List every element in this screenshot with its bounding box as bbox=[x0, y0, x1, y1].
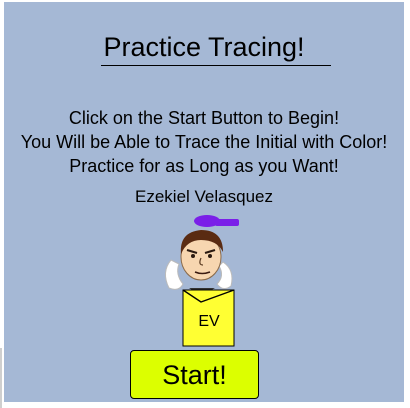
left-eye bbox=[191, 254, 195, 258]
scrollbar-edge[interactable] bbox=[0, 348, 2, 408]
author-name: Ezekiel Velasquez bbox=[135, 187, 273, 206]
right-eye bbox=[208, 254, 212, 258]
instruction-line-2: You Will be Able to Trace the Initial wi… bbox=[20, 132, 388, 152]
avatar: EV bbox=[165, 215, 239, 347]
shirt-initials: EV bbox=[198, 313, 220, 330]
instruction-line-1: Click on the Start Button to Begin! bbox=[68, 108, 340, 128]
title-underline bbox=[101, 65, 331, 66]
left-arm bbox=[165, 259, 184, 290]
hat-brim bbox=[215, 219, 239, 226]
instruction-line-3: Practice for as Long as you Want! bbox=[69, 156, 339, 176]
page-title: Practice Tracing! bbox=[103, 32, 305, 62]
start-button[interactable]: Start! bbox=[130, 350, 259, 399]
app-canvas: Practice Tracing! Click on the Start But… bbox=[4, 2, 404, 402]
